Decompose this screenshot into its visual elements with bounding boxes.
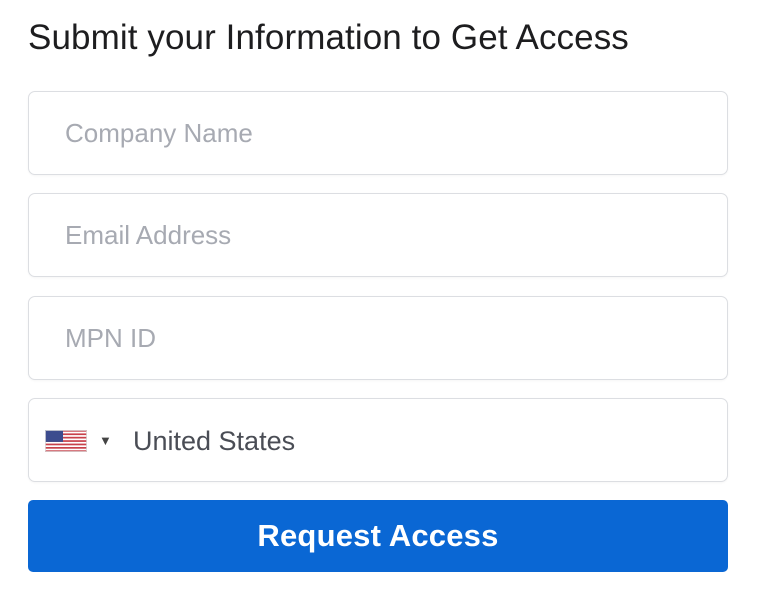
- company-name-field-container: [28, 91, 728, 175]
- email-address-input[interactable]: [29, 194, 727, 276]
- request-access-button[interactable]: Request Access: [28, 500, 728, 572]
- email-address-field-container: [28, 193, 728, 277]
- us-flag-icon[interactable]: [45, 430, 87, 452]
- country-name: United States: [133, 426, 296, 456]
- mpn-id-field-container: [28, 296, 728, 380]
- caret-down-icon[interactable]: ▼: [99, 432, 112, 450]
- country-select[interactable]: ▼ United States: [28, 398, 728, 482]
- mpn-id-input[interactable]: [29, 297, 727, 379]
- company-name-input[interactable]: [29, 92, 727, 174]
- form-title: Submit your Information to Get Access: [28, 18, 629, 57]
